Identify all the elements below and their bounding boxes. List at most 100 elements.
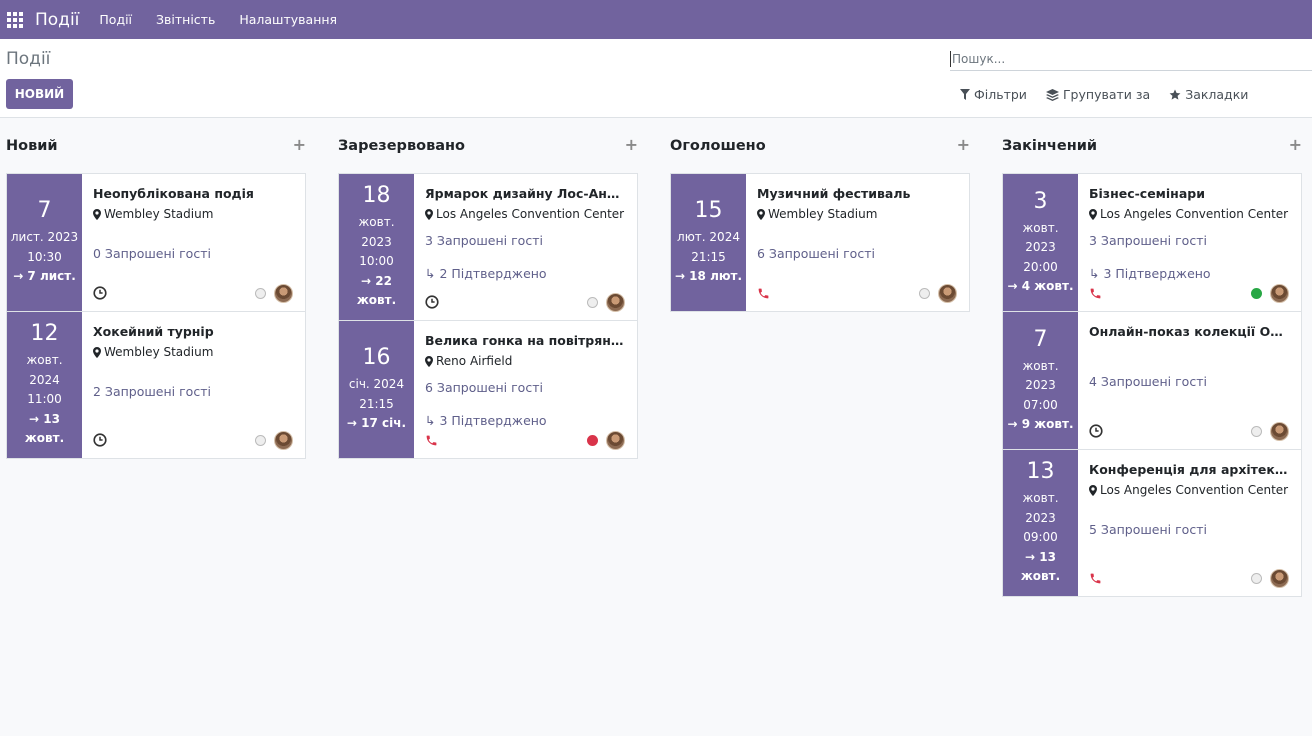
user-avatar[interactable] bbox=[938, 283, 957, 303]
kanban-column: Закінчений +3 жовт. 2023 20:00 → 4 жовт. Бізне… bbox=[1002, 118, 1302, 597]
map-pin-icon bbox=[425, 208, 433, 220]
event-location: Los Angeles Convention Center bbox=[1089, 207, 1289, 221]
confirmed-count: ↳ 3 Підтверджено bbox=[1089, 266, 1211, 281]
kanban-card[interactable]: 15 лют. 2024 21:15 → 18 лют. Музичний фестив… bbox=[670, 173, 970, 312]
top-navbar: Події Події Звітність Налаштування bbox=[0, 0, 1312, 39]
favorites-label: Закладки bbox=[1185, 87, 1249, 102]
card-footer bbox=[93, 430, 293, 450]
kanban-card[interactable]: 7 жовт. 2023 07:00 → 9 жовт. Онлайн-показ кол… bbox=[1002, 311, 1302, 450]
add-record-icon[interactable]: + bbox=[957, 135, 970, 154]
card-footer bbox=[425, 430, 625, 450]
menu-configuration[interactable]: Налаштування bbox=[239, 12, 337, 27]
event-name[interactable]: Ярмарок дизайну Лос-Анджелеса bbox=[425, 186, 625, 201]
kanban-card[interactable]: 3 жовт. 2023 20:00 → 4 жовт. Бізнес-семінари L… bbox=[1002, 173, 1302, 312]
user-avatar[interactable] bbox=[274, 283, 293, 303]
menu-reporting[interactable]: Звітність bbox=[156, 12, 215, 27]
user-avatar[interactable] bbox=[1270, 568, 1289, 588]
column-header: Зарезервовано + bbox=[338, 118, 638, 174]
phone-icon[interactable] bbox=[1089, 287, 1102, 300]
event-name[interactable]: Неопублікована подія bbox=[93, 186, 293, 201]
invited-guests: 6 Запрошені гості bbox=[757, 246, 875, 261]
event-date-line: лист. 2023 bbox=[10, 230, 79, 245]
card-content: Хокейний турнір Wembley Stadium 2 Запрошен… bbox=[82, 312, 305, 458]
event-name[interactable]: Конференція для архітекторів bbox=[1089, 462, 1289, 477]
user-avatar[interactable] bbox=[606, 292, 625, 312]
event-location-label: Los Angeles Convention Center bbox=[1100, 483, 1289, 497]
menu-events[interactable]: Події bbox=[99, 12, 132, 27]
event-location-label: Reno Airfield bbox=[436, 354, 513, 368]
kanban-card[interactable]: 7 лист. 2023 10:30 → 7 лист. Неопублікована … bbox=[6, 173, 306, 312]
card-footer bbox=[425, 292, 625, 312]
apps-grid-icon[interactable] bbox=[7, 11, 23, 28]
event-name[interactable]: Онлайн-показ колекції OpenWood bbox=[1089, 324, 1289, 339]
event-date-line: 20:00 bbox=[1023, 259, 1058, 274]
kanban-state-dot[interactable] bbox=[587, 434, 598, 446]
search-input[interactable] bbox=[952, 51, 1292, 66]
kanban-state-dot[interactable] bbox=[255, 287, 266, 299]
app-brand[interactable]: Події bbox=[35, 10, 79, 30]
clock-icon[interactable] bbox=[93, 286, 107, 300]
add-record-icon[interactable]: + bbox=[625, 135, 638, 154]
clock-icon[interactable] bbox=[425, 295, 439, 309]
card-status-group bbox=[1251, 568, 1289, 588]
clock-icon[interactable] bbox=[1089, 424, 1103, 438]
event-date-line: 2023 bbox=[361, 234, 392, 249]
event-end-date: → 17 січ. bbox=[346, 416, 407, 431]
add-record-icon[interactable]: + bbox=[293, 135, 306, 154]
invited-guests: 3 Запрошені гості bbox=[425, 233, 543, 248]
column-header: Новий + bbox=[6, 118, 306, 174]
event-date-line: 07:00 bbox=[1023, 397, 1058, 412]
kanban-state-dot[interactable] bbox=[255, 434, 266, 446]
card-status-group bbox=[1251, 421, 1289, 441]
kanban-card[interactable]: 18 жовт. 2023 10:00 → 22 жовт. Ярмарок дизайну… bbox=[338, 173, 638, 321]
event-date-line: жовт. bbox=[1022, 358, 1059, 373]
kanban-state-dot[interactable] bbox=[919, 287, 930, 299]
clock-icon[interactable] bbox=[93, 433, 107, 447]
phone-icon[interactable] bbox=[1089, 572, 1102, 585]
breadcrumb: Події bbox=[6, 49, 51, 69]
kanban-column: Новий +7 лист. 2023 10:30 → 7 лист. Неопублік… bbox=[6, 118, 306, 459]
column-title: Зарезервовано bbox=[338, 138, 466, 154]
event-date-box: 16 січ. 2024 21:15 → 17 січ. bbox=[339, 321, 414, 458]
event-date-box: 7 лист. 2023 10:30 → 7 лист. bbox=[7, 174, 82, 311]
phone-icon[interactable] bbox=[757, 287, 770, 300]
favorites-button[interactable]: Закладки bbox=[1169, 87, 1248, 102]
kanban-state-dot[interactable] bbox=[1251, 425, 1262, 437]
event-name[interactable]: Хокейний турнір bbox=[93, 324, 293, 339]
map-pin-icon bbox=[757, 208, 765, 220]
phone-icon[interactable] bbox=[425, 434, 438, 447]
kanban-card[interactable]: 16 січ. 2024 21:15 → 17 січ. Велика гонка на… bbox=[338, 320, 638, 459]
card-content: Онлайн-показ колекції OpenWood 4 Запрошен… bbox=[1078, 312, 1301, 449]
event-date-line: жовт. bbox=[1022, 491, 1059, 506]
kanban-state-dot[interactable] bbox=[1251, 287, 1262, 299]
event-name[interactable]: Бізнес-семінари bbox=[1089, 186, 1289, 201]
add-record-icon[interactable]: + bbox=[1289, 135, 1302, 154]
user-avatar[interactable] bbox=[606, 430, 625, 450]
event-name[interactable]: Велика гонка на повітряній кулі bbox=[425, 333, 625, 348]
user-avatar[interactable] bbox=[1270, 421, 1289, 441]
user-avatar[interactable] bbox=[274, 430, 293, 450]
event-name[interactable]: Музичний фестиваль bbox=[757, 186, 957, 201]
kanban-state-dot[interactable] bbox=[1251, 572, 1262, 584]
event-date-line: 2023 bbox=[1025, 240, 1056, 254]
map-pin-icon bbox=[1089, 208, 1097, 220]
layers-icon bbox=[1045, 88, 1059, 101]
kanban-state-dot[interactable] bbox=[587, 296, 598, 308]
card-status-group bbox=[255, 283, 293, 303]
kanban-card[interactable]: 13 жовт. 2023 09:00 → 13 жовт. Конференція для… bbox=[1002, 449, 1302, 597]
group-by-button[interactable]: Групувати за bbox=[1045, 87, 1150, 102]
map-pin-icon bbox=[93, 208, 101, 220]
column-title: Оголошено bbox=[670, 138, 766, 154]
event-date-line: лют. 2024 bbox=[677, 230, 740, 245]
event-day: 13 bbox=[1026, 459, 1055, 485]
user-avatar[interactable] bbox=[1270, 283, 1289, 303]
new-button[interactable]: НОВИЙ bbox=[6, 79, 73, 109]
confirmed-count: ↳ 2 Підтверджено bbox=[425, 266, 547, 281]
kanban-card[interactable]: 12 жовт. 2024 11:00 → 13 жовт. Хокейний турнір… bbox=[6, 311, 306, 459]
card-status-group bbox=[1251, 283, 1289, 303]
card-content: Бізнес-семінари Los Angeles Convention Ce… bbox=[1078, 174, 1301, 311]
event-location: Wembley Stadium bbox=[93, 345, 293, 359]
filters-label: Фільтри bbox=[974, 87, 1027, 102]
card-content: Музичний фестиваль Wembley Stadium 6 Запро… bbox=[746, 174, 969, 311]
filters-button[interactable]: Фільтри bbox=[960, 87, 1027, 102]
